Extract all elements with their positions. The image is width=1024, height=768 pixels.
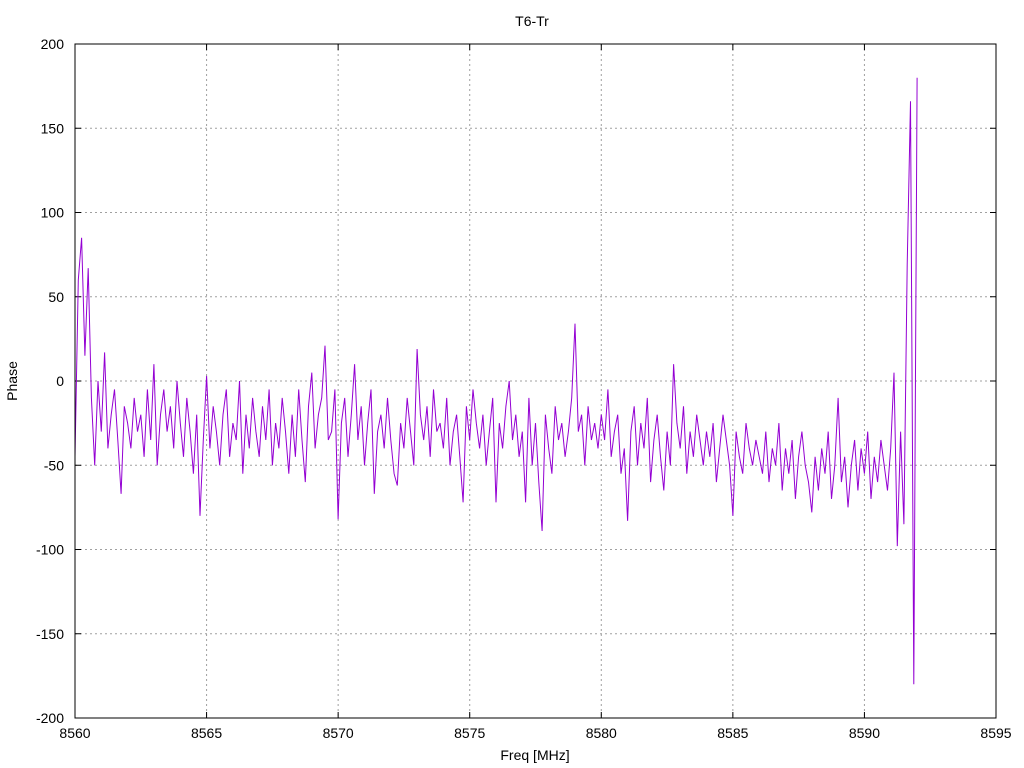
y-tick-label: -200: [36, 710, 64, 726]
grid: [74, 43, 997, 719]
x-tick-label: 8585: [717, 725, 748, 741]
y-tick-label: 150: [41, 120, 65, 136]
chart: T6-Tr 8560 8565 8570 8575 8580 8585 8590 8595 -2…: [4, 13, 1012, 763]
y-tick-label: 200: [41, 36, 65, 52]
y-tick-label: 0: [56, 373, 64, 389]
x-tick-label: 8580: [586, 725, 617, 741]
ticks: 8560 8565 8570 8575 8580 8585 8590 8595 -200 -150…: [36, 36, 1012, 741]
y-tick-label: -100: [36, 542, 64, 558]
x-axis-label: Freq [MHz]: [500, 747, 569, 763]
x-tick-label: 8565: [191, 725, 222, 741]
chart-title: T6-Tr: [515, 13, 549, 29]
y-tick-label: 50: [48, 289, 64, 305]
y-tick-label: -150: [36, 626, 64, 642]
x-tick-label: 8570: [323, 725, 354, 741]
x-tick-label: 8560: [59, 725, 90, 741]
y-tick-label: 100: [41, 205, 65, 221]
y-tick-label: -50: [44, 457, 64, 473]
x-tick-label: 8595: [980, 725, 1011, 741]
x-tick-label: 8590: [849, 725, 880, 741]
x-tick-label: 8575: [454, 725, 485, 741]
y-axis-label: Phase: [4, 361, 20, 401]
